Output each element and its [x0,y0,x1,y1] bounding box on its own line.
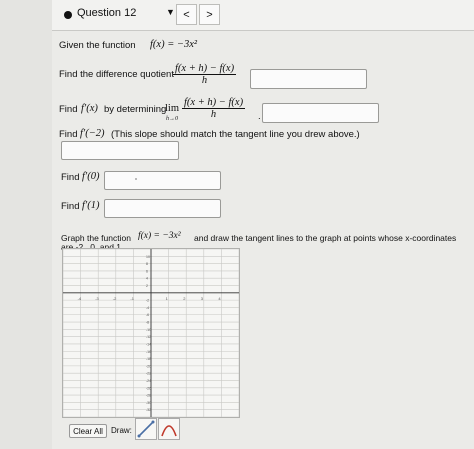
question-label: Question 12 [77,7,137,19]
derivative-input[interactable] [262,103,379,123]
y-tick-label: -26 [146,386,151,390]
derivative-prompt-a: Find [59,104,78,115]
derivative-fx: f′(x) [81,103,98,114]
dq-denominator: h [201,75,208,86]
limit-symbol: lim [165,103,180,114]
fprime-neg2-math: f′(−2) [80,128,105,139]
y-tick-label: -20 [146,364,151,368]
parabola-tool-icon [161,425,177,437]
derivative-prompt-b: by determining [104,104,167,115]
y-tick-label: -6 [146,313,149,317]
limit-subscript: h→0 [166,116,178,122]
fprime-1-math: f′(1) [82,200,100,211]
period-text: . [258,111,261,122]
difference-quotient-prompt: Find the difference quotient [59,69,174,80]
fprime-1-prompt: Find [61,201,80,212]
y-tick-label: 8 [146,262,148,266]
y-tick-label: 6 [146,269,148,273]
y-tick-label: -10 [146,328,151,332]
chevron-down-icon[interactable]: ▼ [166,7,175,17]
fprime-0-input[interactable] [104,171,221,190]
y-tick-label: -22 [146,372,151,376]
y-tick-label: -4 [146,306,149,310]
fprime-0-math: f′(0) [82,171,100,182]
question-status-dot-icon [64,11,72,19]
line-tool-icon [137,420,155,438]
y-tick-label: -30 [146,401,151,405]
graphing-canvas[interactable]: -4 -3 -2 -1 1 2 3 4 10 8 6 4 2 -2 -4 -6 -8 -10 -12 -14 -16 -1… [62,248,240,418]
given-function: f(x) = −3x² [150,39,198,50]
difference-quotient-fraction: f(x + h) − f(x) h [173,63,237,86]
y-tick-label: -2 [146,299,149,303]
fprime-1-input[interactable] [104,199,221,218]
y-tick-label: -12 [146,335,151,339]
next-question-button[interactable]: > [199,4,220,25]
y-tick-label: -8 [146,321,149,325]
derivative-fraction: f(x + h) − f(x) h [182,97,246,120]
fprime-0-prompt: Find [61,172,80,183]
y-tick-label: 2 [146,284,148,288]
previous-question-button[interactable]: < [176,4,197,25]
y-tick-label: -18 [146,357,151,361]
y-tick-label: 4 [146,277,148,281]
graph-grid[interactable]: -4 -3 -2 -1 1 2 3 4108642-2-4-6-8-10-12-14-16-1… [62,248,240,418]
draw-label: Draw: [111,426,132,435]
dq-numerator: f(x + h) − f(x) [173,63,237,75]
graph-function: f(x) = −3x² [138,231,181,241]
y-tick-label: -32 [146,408,151,412]
fprime-neg2-prompt-b: (This slope should match the tangent lin… [111,129,360,140]
y-tick-label: -24 [146,379,151,383]
y-tick-label: -16 [146,350,151,354]
difference-quotient-input[interactable] [250,69,367,89]
y-tick-label: -28 [146,394,151,398]
deriv-numerator: f(x + h) − f(x) [182,97,246,109]
given-text: Given the function [59,40,136,51]
fprime-neg2-input[interactable] [61,141,179,160]
graph-prompt-b: and draw the tangent lines to the graph … [194,233,457,243]
clear-all-button[interactable]: Clear All [69,424,107,438]
deriv-denominator: h [210,109,217,120]
line-tool-button[interactable] [135,418,157,440]
fprime-neg2-prompt-a: Find [59,129,78,140]
parabola-tool-button[interactable] [158,418,180,440]
y-tick-label: -14 [146,342,151,346]
question-toolbar: Question 12 ▼ < > [52,0,474,31]
y-tick-label: 10 [146,255,150,259]
